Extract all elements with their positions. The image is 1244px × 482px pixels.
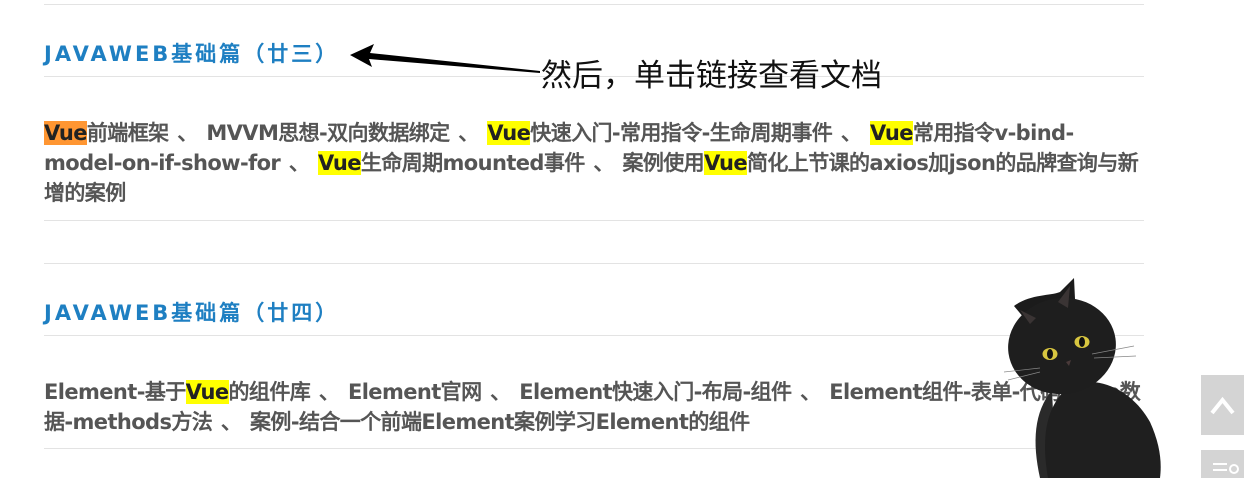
post-link[interactable]: MVVM思想-双向数据绑定	[206, 121, 450, 145]
divider-post-1-end	[44, 220, 1144, 221]
link-text: Element-基于	[44, 380, 186, 404]
search-highlight: Vue	[44, 121, 88, 145]
black-cat-mascot	[1003, 278, 1161, 478]
link-text: 快速入门-常用指令-生命周期事件	[530, 121, 833, 145]
link-separator: 、	[791, 380, 830, 404]
post-link[interactable]: 案例-结合一个前端Element案例学习Element的组件	[250, 410, 750, 434]
link-separator: 、	[449, 121, 488, 145]
link-text: 前端框架	[86, 121, 169, 145]
post-link[interactable]: Vue前端框架	[44, 121, 169, 145]
post-links-23: Vue前端框架 、 MVVM思想-双向数据绑定 、 Vue快速入门-常用指令-生…	[44, 118, 1144, 208]
chevron-up-icon	[1210, 396, 1235, 415]
link-separator: 、	[310, 380, 348, 404]
annotation-text: 然后，单击链接查看文档	[541, 58, 882, 94]
arrow-left-icon	[350, 44, 540, 73]
post-link[interactable]: Vue快速入门-常用指令-生命周期事件	[487, 121, 833, 145]
link-text: MVVM思想-双向数据绑定	[206, 121, 450, 145]
link-separator: 、	[832, 121, 870, 145]
link-text: 案例使用	[622, 151, 705, 175]
post-link[interactable]: Element官网	[348, 380, 482, 404]
search-highlight: Vue	[318, 151, 362, 175]
link-text: Element快速入门-布局-组件	[519, 380, 792, 404]
link-text: 案例-结合一个前端Element案例学习Element的组件	[250, 410, 750, 434]
link-text: Element官网	[347, 380, 482, 404]
menu-icon	[1213, 463, 1239, 474]
search-highlight: Vue	[869, 121, 913, 145]
post-link[interactable]: Vue生命周期mounted事件	[318, 151, 585, 175]
post-links-24: Element-基于Vue的组件库 、 Element官网 、 Element快…	[44, 377, 1144, 437]
link-separator: 、	[280, 151, 319, 175]
post-link[interactable]: Element快速入门-布局-组件	[519, 380, 792, 404]
link-separator: 、	[212, 410, 251, 434]
menu-button[interactable]	[1201, 450, 1244, 478]
post-link[interactable]: Element-基于Vue的组件库	[44, 380, 311, 404]
link-separator: 、	[584, 151, 623, 175]
link-text: 的组件库	[228, 380, 311, 404]
link-separator: 、	[481, 380, 520, 404]
back-to-top-button[interactable]	[1201, 375, 1244, 435]
divider-post-2-start	[44, 263, 1144, 264]
divider-post-2-end	[44, 448, 1144, 449]
post-title-24[interactable]: JAVAWEB基础篇（廿四）	[44, 297, 339, 327]
link-text: 生命周期mounted事件	[360, 151, 585, 175]
search-highlight: Vue	[185, 380, 229, 404]
search-highlight: Vue	[704, 151, 748, 175]
link-separator: 、	[168, 121, 207, 145]
search-highlight: Vue	[487, 121, 531, 145]
divider-title-2	[44, 335, 1144, 336]
